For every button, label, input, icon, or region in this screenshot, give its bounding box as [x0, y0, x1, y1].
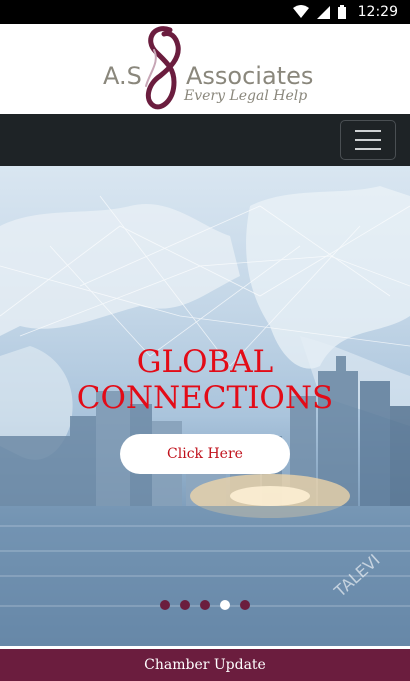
hero-title-line-1: GLOBAL	[136, 344, 274, 380]
logo-text-right: Associates	[186, 62, 314, 90]
hamburger-bar	[355, 148, 381, 150]
signal-icon	[316, 5, 330, 19]
logo-ampersand-icon	[145, 26, 181, 110]
status-bar: 12:29	[0, 0, 410, 24]
navbar	[0, 114, 410, 166]
slider-dot[interactable]	[200, 600, 210, 610]
brand-logo[interactable]: A.S Associates Every Legal Help	[100, 26, 314, 112]
hero-slider: GLOBAL CONNECTIONS Click Here TALEVI	[0, 166, 410, 646]
slider-dot[interactable]	[160, 600, 170, 610]
slider-dots	[0, 600, 410, 610]
hamburger-menu-button[interactable]	[340, 120, 396, 160]
hero-title-line-2: CONNECTIONS	[76, 380, 334, 416]
wifi-icon	[292, 5, 309, 19]
slider-dot[interactable]	[180, 600, 190, 610]
chamber-update-bar[interactable]: Chamber Update	[0, 649, 410, 681]
logo-text-left: A.S	[103, 62, 142, 90]
battery-icon	[337, 5, 346, 19]
click-here-button[interactable]: Click Here	[120, 434, 290, 474]
slider-dot[interactable]	[220, 600, 230, 610]
status-time: 12:29	[357, 4, 398, 20]
slider-dot[interactable]	[240, 600, 250, 610]
site-header: A.S Associates Every Legal Help	[0, 24, 410, 114]
hamburger-bar	[355, 139, 381, 141]
logo-tagline: Every Legal Help	[184, 88, 308, 104]
hamburger-bar	[355, 130, 381, 132]
